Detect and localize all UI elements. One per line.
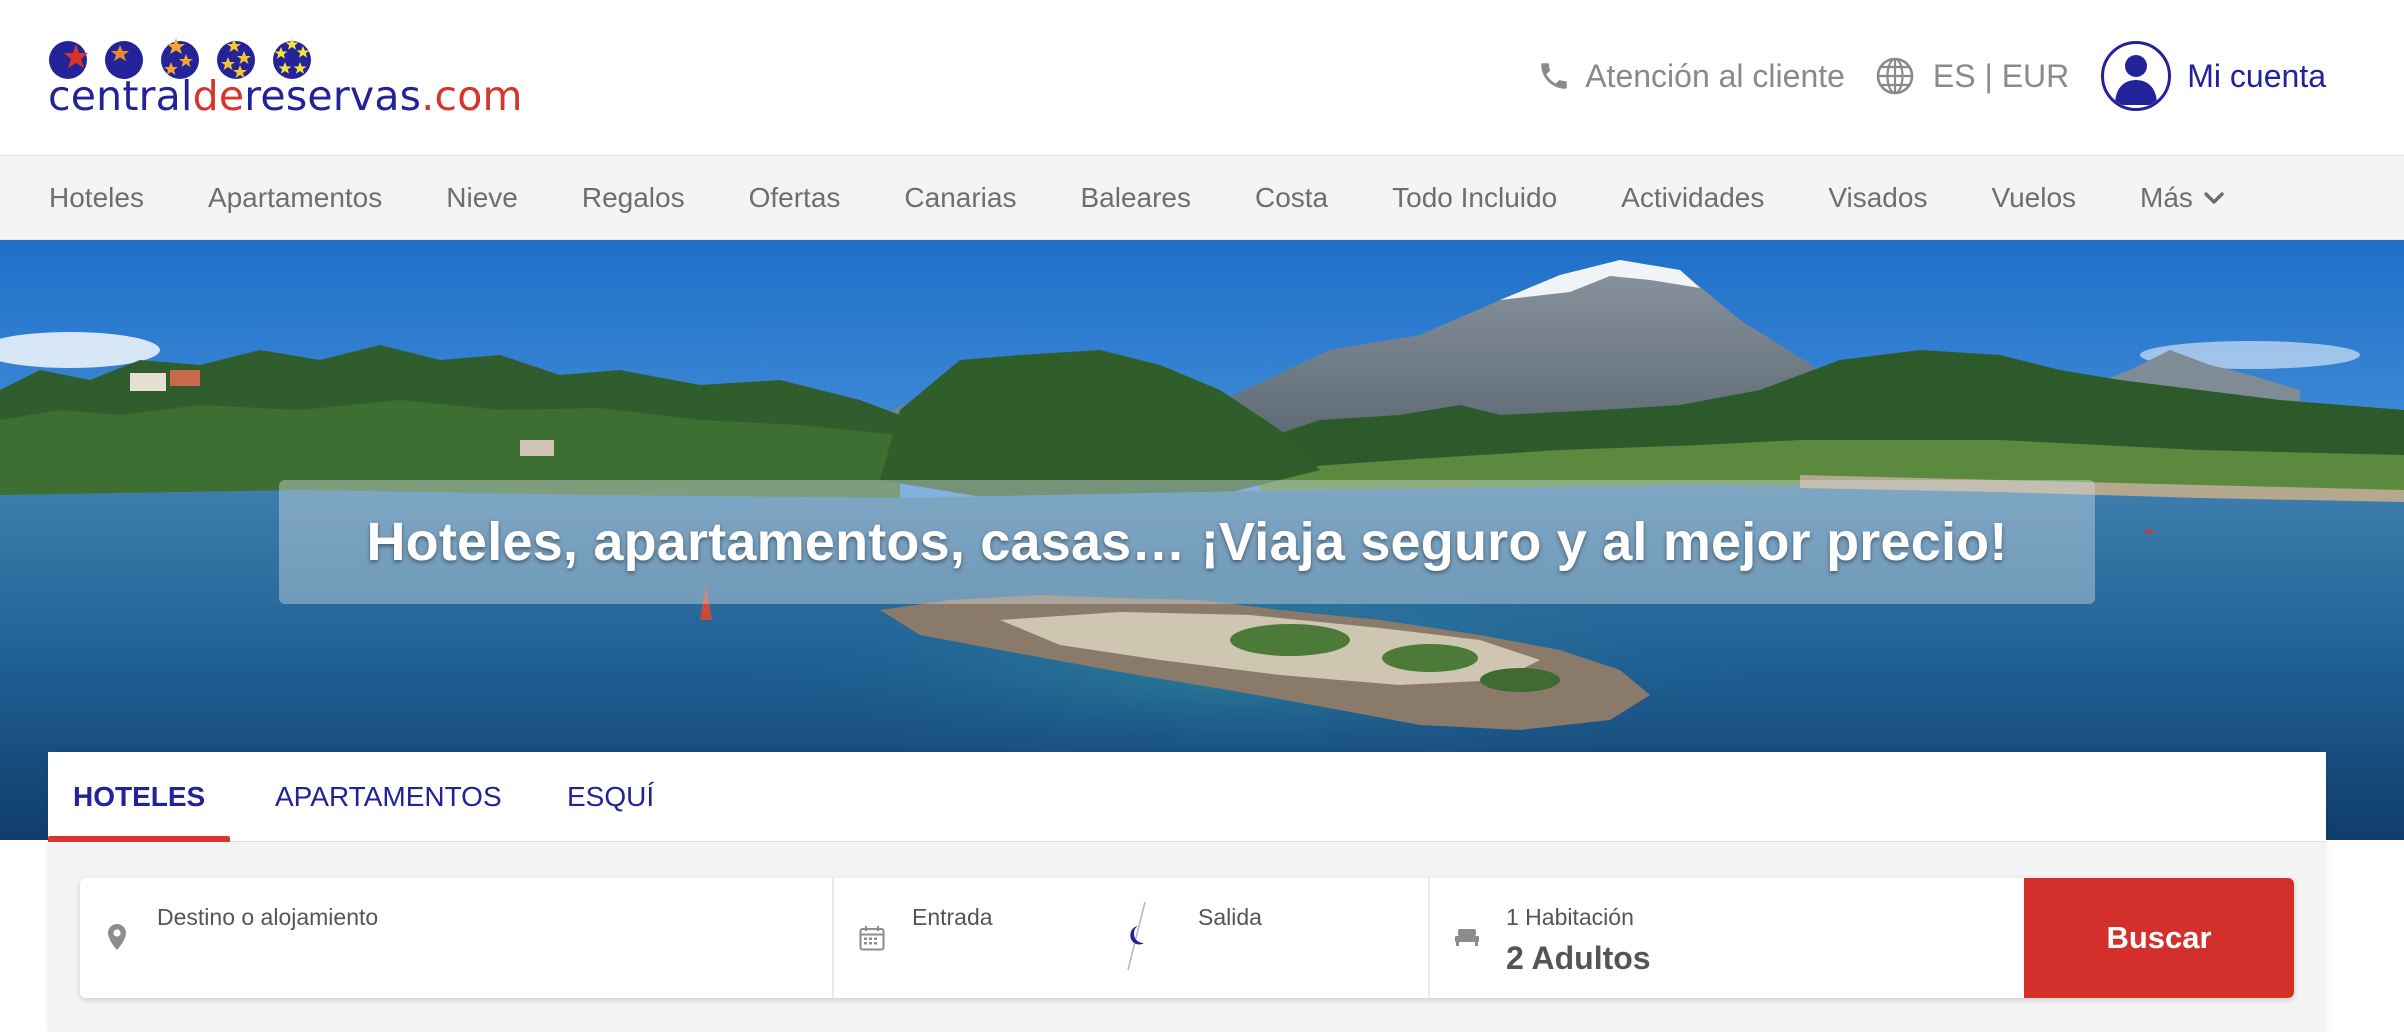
site-header: centraldereservas.com Atención al client…	[0, 0, 2404, 156]
site-logo[interactable]: centraldereservas.com	[48, 34, 522, 130]
nav-item-baleares[interactable]: Baleares	[1080, 182, 1191, 214]
phone-icon	[1541, 63, 1567, 89]
language-currency-selector[interactable]: ES | EUR	[1875, 56, 2069, 96]
map-pin-icon	[108, 924, 126, 950]
language-currency-label: ES | EUR	[1932, 57, 2070, 94]
nav-item-costa[interactable]: Costa	[1255, 182, 1328, 214]
globe-icon	[1876, 57, 1914, 95]
search-button[interactable]: Buscar	[2024, 878, 2294, 998]
customer-service-link[interactable]: Atención al cliente	[1537, 58, 1845, 95]
search-tabs: HOTELES APARTAMENTOS ESQUÍ	[48, 752, 2326, 843]
logo-wordmark: centraldereservas.com	[48, 76, 523, 117]
tab-apartamentos[interactable]: APARTAMENTOS	[275, 752, 502, 842]
hero-banner: Hoteles, apartamentos, casas… ¡Viaja seg…	[0, 240, 2404, 840]
hero-title-panel: Hoteles, apartamentos, casas… ¡Viaja seg…	[279, 480, 2095, 604]
nav-item-mas[interactable]: Más	[2140, 182, 2225, 214]
my-account-label: Mi cuenta	[2187, 57, 2326, 94]
bed-icon	[1455, 929, 1479, 946]
hero-title: Hoteles, apartamentos, casas… ¡Viaja seg…	[366, 512, 2008, 572]
dates-field[interactable]: Entrada Salida	[834, 878, 1430, 998]
destination-label: Destino o alojamiento	[157, 904, 379, 930]
nav-more-label: Más	[2140, 182, 2193, 213]
calendar-icon	[859, 926, 885, 951]
customer-service-label: Atención al cliente	[1585, 57, 1845, 94]
my-account-link[interactable]: Mi cuenta	[2101, 41, 2326, 111]
nav-item-hoteles[interactable]: Hoteles	[49, 182, 144, 214]
logo-part-com: .com	[421, 72, 523, 120]
rooms-label: 1 Habitación	[1506, 904, 1634, 930]
tab-esqui[interactable]: ESQUÍ	[567, 752, 654, 842]
nav-item-regalos[interactable]: Regalos	[582, 182, 685, 214]
search-form: Destino o alojamiento Entrada Salida 1 H…	[48, 842, 2326, 1032]
search-form-row: Destino o alojamiento Entrada Salida 1 H…	[80, 878, 2294, 998]
logo-part-reservas: reservas	[244, 72, 422, 120]
logo-part-de: de	[192, 72, 245, 120]
header-utilities: Atención al cliente ES | EUR Mi cuenta	[1537, 38, 2326, 114]
tab-apartamentos-label: APARTAMENTOS	[275, 781, 502, 812]
checkout-label: Salida	[1198, 904, 1262, 930]
chevron-down-icon	[2204, 192, 2224, 204]
search-widget: HOTELES APARTAMENTOS ESQUÍ Destino o alo…	[48, 752, 2326, 1032]
destination-field[interactable]: Destino o alojamiento	[80, 878, 834, 998]
checkin-label: Entrada	[912, 904, 993, 930]
nav-item-vuelos[interactable]: Vuelos	[1991, 182, 2076, 214]
main-nav: Hoteles Apartamentos Nieve Regalos Ofert…	[0, 156, 2404, 240]
nav-item-visados[interactable]: Visados	[1828, 182, 1927, 214]
nav-item-nieve[interactable]: Nieve	[446, 182, 518, 214]
moon-icon	[1127, 901, 1146, 971]
nav-item-apartamentos[interactable]: Apartamentos	[208, 182, 382, 214]
tab-esqui-label: ESQUÍ	[567, 781, 655, 812]
tab-hoteles[interactable]: HOTELES	[73, 752, 205, 842]
nav-item-todo-incluido[interactable]: Todo Incluido	[1392, 182, 1557, 214]
user-icon	[2101, 41, 2172, 111]
nav-item-actividades[interactable]: Actividades	[1621, 182, 1764, 214]
nav-item-ofertas[interactable]: Ofertas	[749, 182, 841, 214]
guests-value: 2 Adultos	[1506, 940, 1651, 976]
rooms-guests-field[interactable]: 1 Habitación 2 Adultos	[1430, 878, 2024, 998]
tab-hoteles-label: HOTELES	[73, 781, 206, 812]
nav-item-canarias[interactable]: Canarias	[904, 182, 1016, 214]
logo-part-central: central	[48, 72, 193, 120]
